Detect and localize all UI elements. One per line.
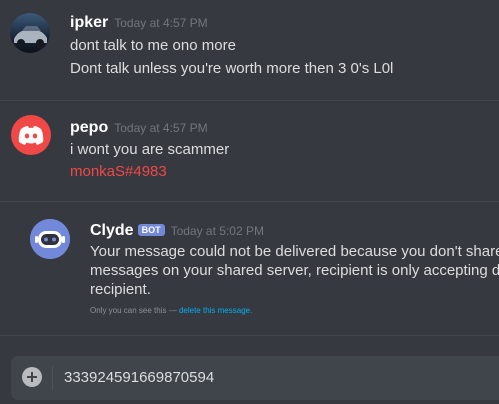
timestamp-pepo: Today at 4:57 PM (114, 121, 208, 135)
message-text: Your message could not be delivered beca… (90, 243, 499, 260)
message-text: i wont you are scammer (70, 141, 230, 158)
ephemeral-notice: Only you can see this — delete this mess… (90, 306, 252, 315)
chat-viewport: ipker Today at 4:57 PM dont talk to me on… (0, 0, 499, 404)
clyde-robot-icon (30, 219, 70, 259)
message-divider (0, 335, 499, 336)
avatar-pepo[interactable] (11, 115, 51, 155)
author-header-ipker: ipker Today at 4:57 PM (70, 14, 208, 32)
message-text: recipient. (90, 281, 151, 298)
user-mention[interactable]: monkaS#4983 (70, 163, 167, 180)
message-pepo: pepo Today at 4:57 PM i wont you are scam… (0, 100, 499, 190)
bot-tag-badge: BOT (137, 224, 165, 236)
author-header-pepo: pepo Today at 4:57 PM (70, 119, 208, 137)
message-text: messages on your shared server, recipien… (90, 262, 499, 279)
author-name-pepo[interactable]: pepo (70, 119, 108, 136)
author-name-ipker[interactable]: ipker (70, 14, 108, 31)
delete-message-link[interactable]: delete this message. (179, 306, 252, 315)
message-input[interactable]: 333924591669870594 (64, 369, 214, 386)
composer-divider (52, 366, 53, 390)
timestamp-clyde: Today at 5:02 PM (170, 224, 264, 238)
timestamp-ipker: Today at 4:57 PM (114, 16, 208, 30)
avatar-clyde[interactable] (30, 219, 70, 259)
message-ipker: ipker Today at 4:57 PM dont talk to me on… (0, 0, 499, 90)
message-composer: 333924591669870594 (11, 356, 499, 400)
upload-plus-icon[interactable] (22, 367, 42, 387)
discord-logo-icon (18, 126, 44, 145)
author-header-clyde: Clyde BOT Today at 5:02 PM (90, 222, 264, 240)
message-clyde: Clyde BOT Today at 5:02 PM Your message co… (0, 201, 499, 335)
author-name-clyde[interactable]: Clyde (90, 222, 134, 239)
message-text: dont talk to me ono more (70, 37, 236, 54)
avatar-ipker[interactable] (10, 13, 50, 53)
message-text: Dont talk unless you're worth more then … (70, 60, 394, 77)
ephemeral-notice-text: Only you can see this — (90, 306, 177, 315)
